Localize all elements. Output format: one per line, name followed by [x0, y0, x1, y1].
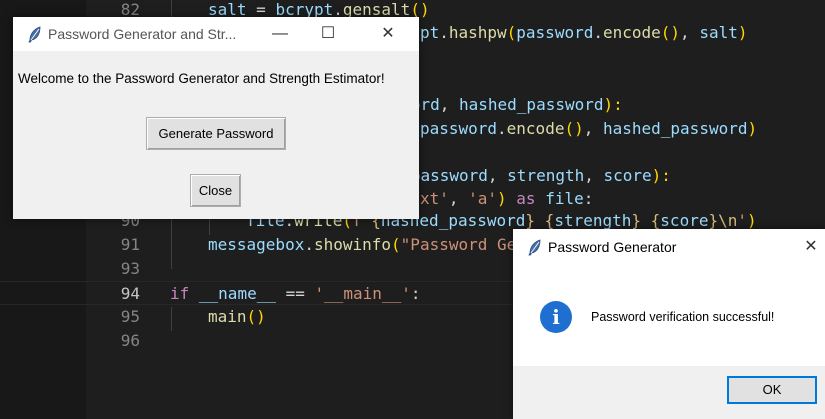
code-token: main — [208, 307, 247, 326]
code-token: , — [487, 166, 508, 185]
line-number: 94 — [120, 284, 140, 303]
code-token: , — [439, 95, 459, 114]
code-token: strength — [554, 211, 632, 230]
code-token: hashpw — [448, 23, 507, 42]
code-token: showinfo — [313, 235, 392, 254]
code-token: __name__ — [198, 284, 276, 303]
code-token: salt — [699, 23, 738, 42]
code-token: : — [410, 284, 421, 303]
code-token: . — [439, 23, 449, 42]
line-number: 95 — [120, 307, 140, 326]
code-token: . — [304, 235, 314, 254]
feather-app-icon — [528, 239, 541, 256]
code-token: encode — [602, 23, 661, 42]
code-token: , — [584, 166, 604, 185]
line-number: 91 — [120, 235, 140, 254]
dialog-title: Password Generator — [548, 239, 677, 255]
main-window-title: Password Generator and Str... — [48, 26, 237, 42]
code-token: hashed_password — [602, 119, 748, 138]
code-token: . — [497, 119, 507, 138]
code-token: hashed_password — [459, 95, 604, 114]
code-token: score — [660, 211, 709, 230]
minimize-button[interactable]: — — [257, 17, 303, 51]
code-token: \n — [718, 211, 738, 230]
code-token: ' — [737, 211, 748, 230]
code-token: file — [545, 189, 584, 208]
code-token: ( — [391, 235, 401, 254]
code-token: score — [603, 166, 652, 185]
code-text: main() — [208, 305, 266, 329]
dialog-titlebar[interactable]: Password Generator ✕ — [513, 229, 825, 265]
main-window-titlebar[interactable]: Password Generator and Str... — ☐ ✕ — [13, 17, 419, 51]
code-token: '__main__' — [314, 284, 411, 303]
code-token: { — [650, 211, 661, 230]
code-token: messagebox — [208, 235, 305, 254]
dialog-message: Password verification successful! — [591, 310, 775, 324]
main-window: Password Generator and Str... — ☐ ✕ Welc… — [13, 17, 419, 219]
code-token: if — [170, 284, 199, 303]
code-token: } — [631, 211, 642, 230]
code-token: () — [246, 307, 266, 326]
code-token: () — [660, 23, 681, 42]
code-token: password — [516, 23, 594, 42]
code-token: ) — [737, 23, 748, 42]
code-token: , — [448, 189, 469, 208]
code-token: : — [583, 189, 594, 208]
code-token: strength — [507, 166, 585, 185]
code-text: if __name__ == '__main__': — [170, 282, 420, 306]
code-token: ) — [747, 211, 757, 230]
ok-button[interactable]: OK — [727, 376, 817, 404]
code-token: password — [419, 119, 498, 138]
code-token: == — [275, 284, 315, 303]
code-token: ): — [651, 166, 671, 185]
close-button[interactable]: Close — [190, 174, 241, 207]
dialog-close-button[interactable]: ✕ — [795, 229, 825, 265]
info-icon: i — [540, 301, 572, 333]
generate-password-button[interactable]: Generate Password — [146, 117, 286, 150]
feather-app-icon — [28, 26, 41, 43]
code-token: . — [593, 23, 603, 42]
code-token: encode — [506, 119, 565, 138]
info-icon-glyph: i — [552, 305, 560, 329]
code-token: , — [680, 23, 700, 42]
code-token: 'a' — [468, 189, 498, 208]
code-token: ): — [603, 95, 623, 114]
line-number: 93 — [120, 259, 140, 278]
code-token: ( — [506, 23, 517, 42]
maximize-button[interactable]: ☐ — [305, 17, 351, 51]
code-token: as — [506, 189, 546, 208]
window-close-button[interactable]: ✕ — [365, 17, 411, 51]
code-token: ) — [747, 119, 758, 138]
line-number: 96 — [120, 331, 140, 350]
indent-guide — [171, 307, 172, 331]
code-token: () — [564, 119, 584, 138]
code-token: } — [708, 211, 719, 230]
screen: 82salt = bcrypt.gensalt()83hashed_passwo… — [0, 0, 825, 419]
code-token: , — [583, 119, 603, 138]
code-token: { — [544, 211, 555, 230]
code-token: } — [525, 211, 536, 230]
code-token: ) — [497, 189, 507, 208]
welcome-label: Welcome to the Password Generator and St… — [18, 71, 385, 86]
message-dialog: Password Generator ✕ i Password verifica… — [513, 229, 825, 419]
